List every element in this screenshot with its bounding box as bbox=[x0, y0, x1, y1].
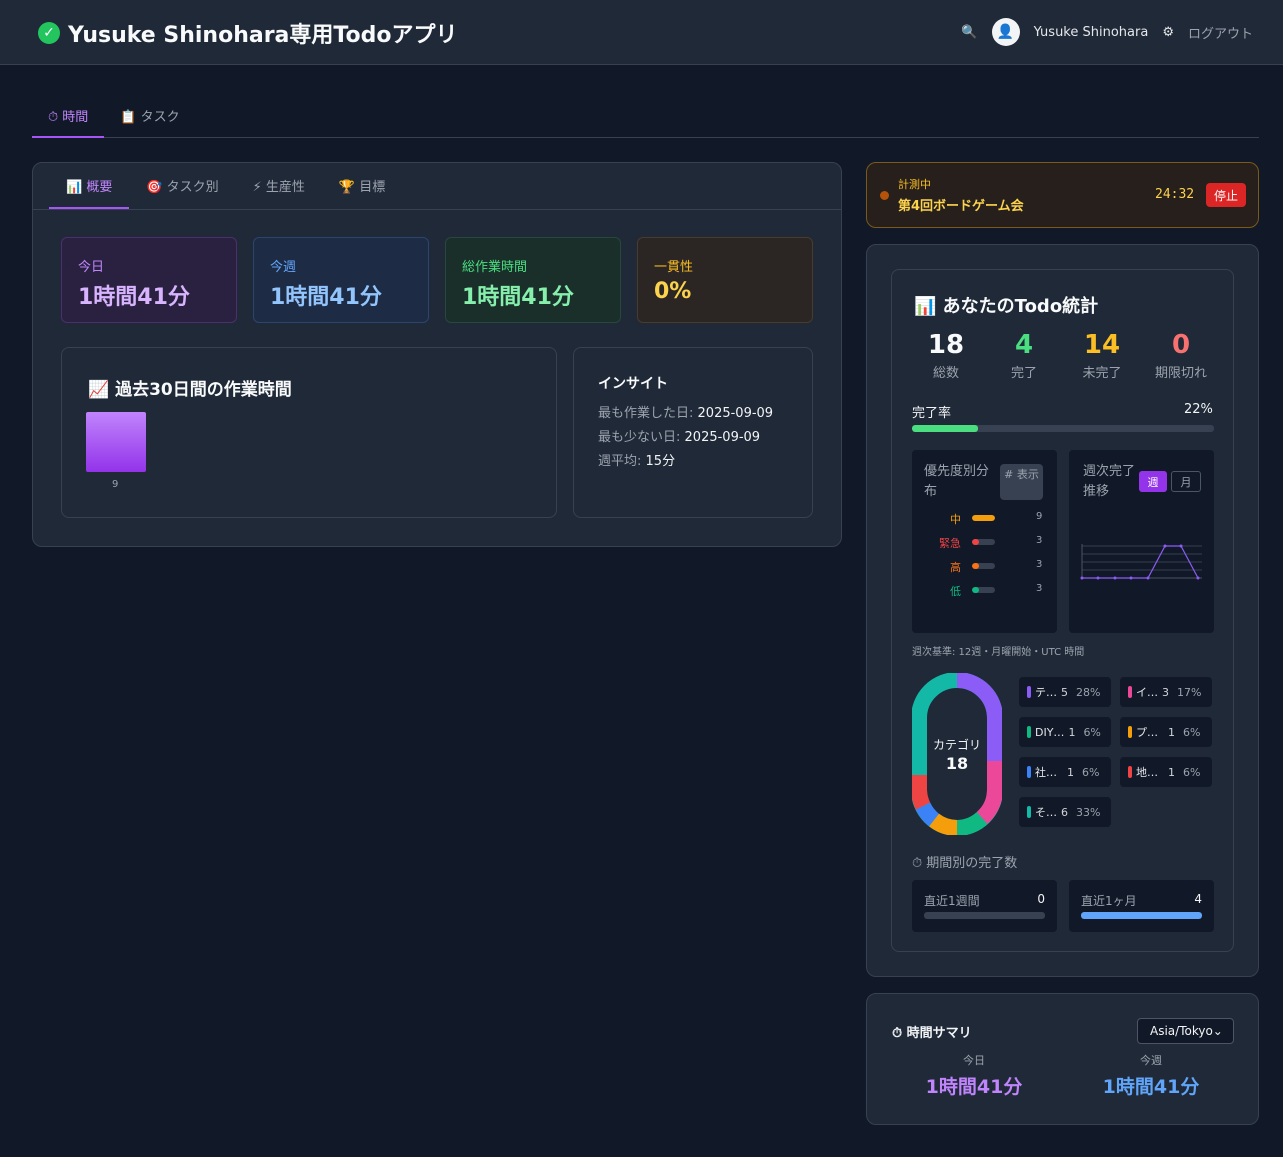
stat-label: 総作業時間 bbox=[462, 260, 528, 275]
active-timer: 計測中 第4回ボードゲーム会 24:32 停止 bbox=[866, 162, 1259, 228]
stat-value: 1時間41分 bbox=[78, 285, 190, 310]
history-title: 📈 過去30日間の作業時間 bbox=[88, 380, 292, 400]
time-summary-card: ⏱ 時間サマリ Asia/Tokyo ⌄ 今日 1時間41分 今週 1時間41分 bbox=[866, 993, 1259, 1125]
todo-stats-title: 📊 あなたのTodo統計 bbox=[914, 296, 1099, 317]
count-open: 14 未完了 bbox=[1082, 330, 1122, 381]
timer-time: 24:32 bbox=[1155, 187, 1195, 202]
weekly-title: 週次完了推移 bbox=[1083, 464, 1136, 499]
insight-most: 最も作業した日: 2025-09-09 bbox=[598, 406, 774, 421]
completion-value: 22% bbox=[1184, 402, 1213, 417]
priority-panel: 優先度別分布 # 表示 中 9 緊急 3 高 3 低 3 bbox=[912, 450, 1057, 633]
completion-bar-fill bbox=[912, 425, 979, 432]
timer-status: 計測中 bbox=[898, 178, 931, 191]
app-header: ✓ Yusuke Shinohara専用Todoアプリ 🔍 👤 Yusuke S… bbox=[0, 0, 1283, 65]
completion-bar bbox=[912, 425, 1214, 432]
header-actions: 🔍 👤 Yusuke Shinohara ⚙ ログアウト bbox=[961, 18, 1253, 46]
category-legend-item: そ… 6 33% bbox=[1019, 797, 1111, 827]
search-icon[interactable]: 🔍 bbox=[961, 25, 977, 40]
app-title: ✓ Yusuke Shinohara専用Todoアプリ bbox=[38, 17, 457, 49]
stop-button[interactable]: 停止 bbox=[1206, 183, 1246, 207]
category-legend-item: 社… 1 6% bbox=[1019, 757, 1111, 787]
divider bbox=[33, 209, 841, 210]
todo-stats-inner: 📊 あなたのTodo統計 18 総数 4 完了 14 未完了 0 期限切れ 完了… bbox=[891, 269, 1234, 952]
period-card: 直近1週間 0 bbox=[912, 880, 1057, 932]
count-total: 18 総数 bbox=[927, 330, 965, 381]
history-panel: 📈 過去30日間の作業時間 9 bbox=[61, 347, 557, 518]
summary-title: ⏱ 時間サマリ bbox=[892, 1026, 972, 1041]
timer-task: 第4回ボードゲーム会 bbox=[898, 199, 1024, 214]
stat-value: 1時間41分 bbox=[270, 285, 382, 310]
priority-row: 緊急 3 bbox=[939, 535, 1043, 550]
recording-dot-icon bbox=[880, 191, 889, 200]
donut-center-label: カテゴリ bbox=[932, 738, 981, 752]
insight-least: 最も少ない日: 2025-09-09 bbox=[598, 430, 761, 445]
insight-title: インサイト bbox=[598, 376, 668, 392]
summary-today-value: 1時間41分 bbox=[925, 1076, 1023, 1098]
priority-title: 優先度別分布 bbox=[924, 464, 990, 499]
month-button[interactable]: 月 bbox=[1171, 471, 1201, 492]
time-analytics-card: 📊 概要 🎯 タスク別 ⚡ 生産性 🏆 目標 今日 1時間41分 今週 1時間4… bbox=[32, 162, 842, 547]
history-bar bbox=[86, 412, 146, 472]
tab-tasks[interactable]: 📋 タスク bbox=[104, 98, 195, 138]
stat-label: 今週 bbox=[270, 260, 297, 275]
count-done: 4 完了 bbox=[1010, 330, 1037, 381]
stat-label: 今日 bbox=[78, 260, 105, 275]
stat-total: 総作業時間 1時間41分 bbox=[445, 237, 621, 323]
chevron-down-icon: ⌄ bbox=[1212, 1024, 1223, 1038]
tab-time[interactable]: ⏱ 時間 bbox=[32, 98, 105, 138]
weekly-basis-note: 週次基準: 12週・月曜開始・UTC 時間 bbox=[912, 647, 1085, 658]
priority-row: 中 9 bbox=[950, 511, 1043, 526]
category-legend-item: テ… 5 28% bbox=[1019, 677, 1111, 707]
tab-overview[interactable]: 📊 概要 bbox=[49, 163, 130, 209]
avatar[interactable]: 👤 bbox=[991, 18, 1020, 46]
priority-toggle-button[interactable]: # 表示 bbox=[1000, 464, 1043, 500]
logout-button[interactable]: ログアウト bbox=[1188, 23, 1253, 42]
tab-by-task[interactable]: 🎯 タスク別 bbox=[129, 163, 235, 209]
history-bar-label: 9 bbox=[112, 479, 119, 490]
stat-week: 今週 1時間41分 bbox=[253, 237, 429, 323]
weekly-panel: 週次完了推移 週 月 bbox=[1069, 450, 1214, 633]
priority-row: 低 3 bbox=[950, 583, 1043, 598]
summary-week-label: 今週 bbox=[1140, 1054, 1162, 1067]
week-button[interactable]: 週 bbox=[1139, 471, 1167, 492]
period-card: 直近1ヶ月 4 bbox=[1069, 880, 1214, 932]
insight-average: 週平均: 15分 bbox=[598, 454, 676, 469]
stat-today: 今日 1時間41分 bbox=[61, 237, 237, 323]
weekly-line-chart bbox=[1080, 544, 1202, 580]
stat-consistency: 一貫性 0% bbox=[637, 237, 813, 323]
summary-week-value: 1時間41分 bbox=[1102, 1076, 1200, 1098]
count-overdue: 0 期限切れ bbox=[1154, 330, 1207, 381]
tab-goals[interactable]: 🏆 目標 bbox=[322, 163, 402, 209]
stat-label: 一貫性 bbox=[654, 260, 694, 275]
main-tabs: ⏱ 時間 📋 タスク bbox=[32, 98, 1259, 138]
check-icon: ✓ bbox=[38, 22, 60, 44]
donut-center-total: 18 bbox=[945, 754, 969, 773]
insight-panel: インサイト 最も作業した日: 2025-09-09 最も少ない日: 2025-0… bbox=[573, 347, 813, 518]
user-name: Yusuke Shinohara bbox=[1033, 24, 1149, 40]
period-title: ⏱ 期間別の完了数 bbox=[912, 856, 1018, 871]
priority-row: 高 3 bbox=[950, 559, 1043, 574]
category-legend-item: DIY… 1 6% bbox=[1019, 717, 1111, 747]
stat-value: 1時間41分 bbox=[462, 285, 574, 310]
category-legend-item: イ… 3 17% bbox=[1120, 677, 1212, 707]
tab-productivity[interactable]: ⚡ 生産性 bbox=[236, 163, 322, 209]
gear-icon[interactable]: ⚙ bbox=[1162, 25, 1174, 40]
category-legend-item: プ… 1 6% bbox=[1120, 717, 1212, 747]
todo-stats-card: 📊 あなたのTodo統計 18 総数 4 完了 14 未完了 0 期限切れ 完了… bbox=[866, 244, 1259, 977]
stat-value: 0% bbox=[654, 279, 692, 304]
completion-label: 完了率 bbox=[912, 406, 952, 421]
timezone-select[interactable]: Asia/Tokyo ⌄ bbox=[1137, 1018, 1234, 1044]
summary-today-label: 今日 bbox=[963, 1054, 985, 1067]
sub-tabs: 📊 概要 🎯 タスク別 ⚡ 生産性 🏆 目標 bbox=[49, 163, 402, 209]
category-legend-item: 地… 1 6% bbox=[1120, 757, 1212, 787]
